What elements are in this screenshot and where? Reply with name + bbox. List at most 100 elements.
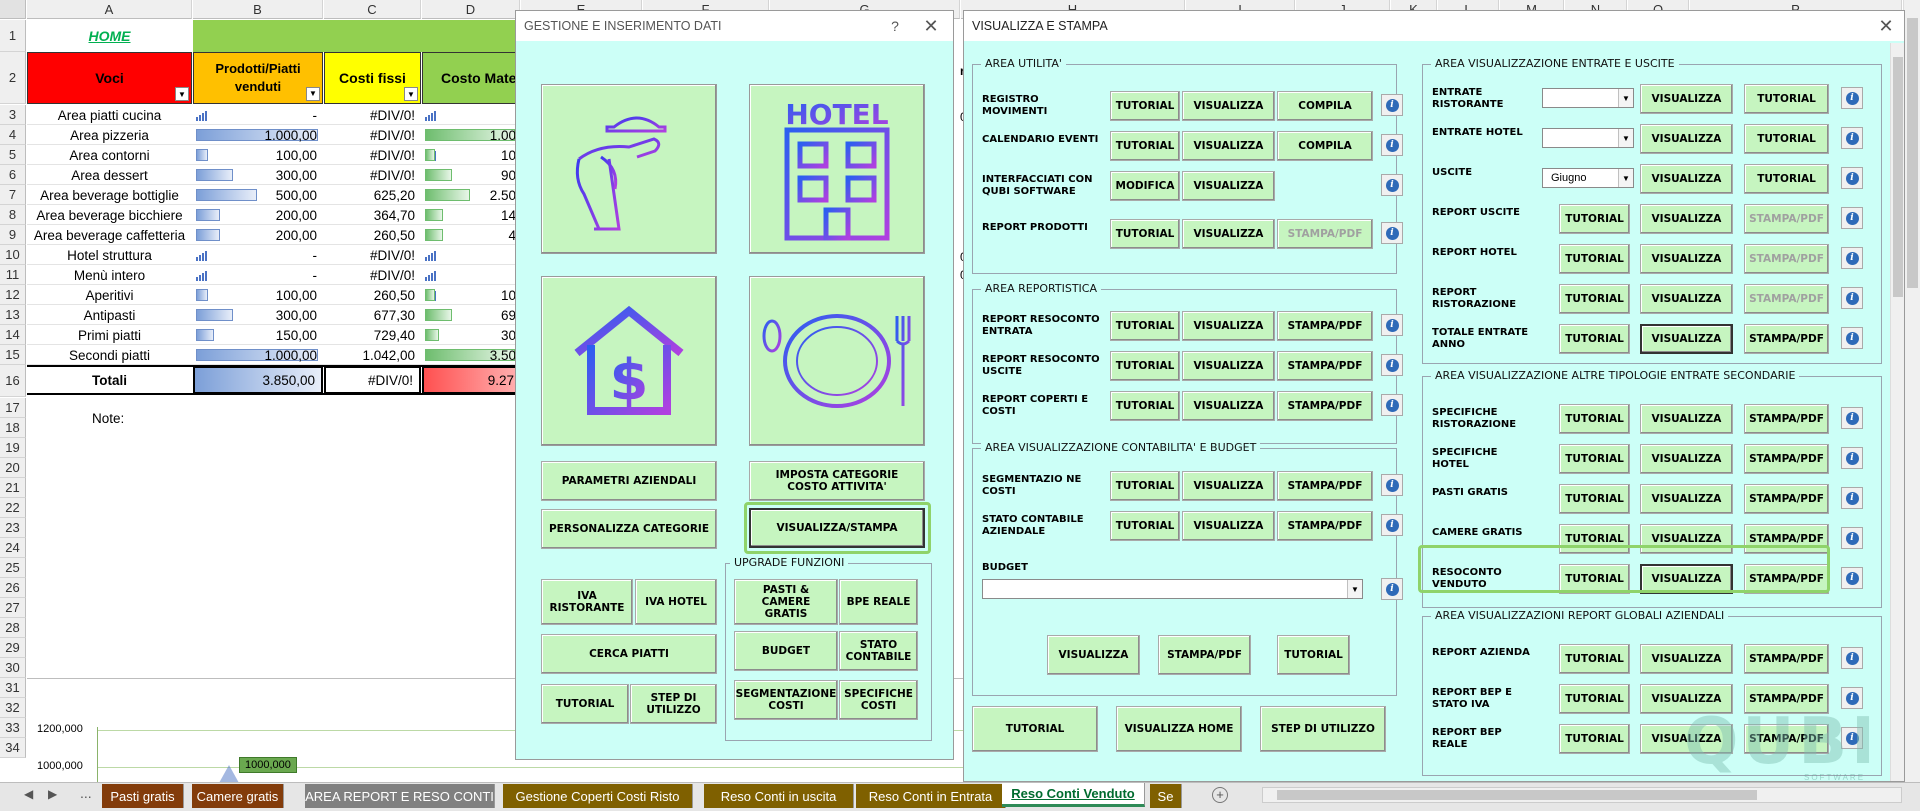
column-header[interactable]: C xyxy=(324,0,421,19)
parametri-aziendali-button[interactable]: PARAMETRI AZIENDALI xyxy=(541,461,717,501)
compila-button[interactable]: COMPILA xyxy=(1277,91,1373,121)
tutorial-button[interactable]: TUTORIAL xyxy=(541,684,629,724)
vertical-scrollbar[interactable] xyxy=(1903,0,1920,782)
row-header[interactable]: 3 xyxy=(0,105,26,125)
costo-materie-cell[interactable] xyxy=(422,245,520,265)
costo-materie-cell[interactable]: 30 xyxy=(422,325,520,345)
column-header[interactable]: B xyxy=(193,0,323,19)
row-header[interactable]: 9 xyxy=(0,225,26,245)
tutorial-button[interactable]: TUTORIAL xyxy=(1559,284,1630,314)
info-button[interactable]: i xyxy=(1381,134,1403,156)
visualizza-button[interactable]: VISUALIZZA xyxy=(1182,91,1275,121)
tab-scroll-right-icon[interactable]: ▶ xyxy=(48,787,57,801)
tutorial-button[interactable]: TUTORIAL xyxy=(1277,635,1350,675)
stampa-button[interactable]: STAMPA/PDF xyxy=(1277,471,1373,501)
costo-materie-cell[interactable]: 4 xyxy=(422,225,520,245)
step-di-utilizzo-button[interactable]: STEP DI UTILIZZO xyxy=(1260,706,1386,752)
row-header[interactable]: 23 xyxy=(0,518,26,538)
stampa-pdf-button[interactable]: STAMPA/PDF xyxy=(1744,484,1829,514)
row-header[interactable]: 22 xyxy=(0,498,26,518)
costo-materie-cell[interactable]: 69 xyxy=(422,305,520,325)
row-header[interactable]: 34 xyxy=(0,738,26,758)
voce-cell[interactable]: Area piatti cucina xyxy=(27,105,192,125)
row-header[interactable]: 32 xyxy=(0,698,26,718)
segmentazione-costi-button[interactable]: SEGMENTAZIONE COSTI xyxy=(734,680,838,720)
visualizza-button[interactable]: VISUALIZZA xyxy=(1182,131,1275,161)
prodotti-cell[interactable]: - xyxy=(193,105,323,125)
row-header[interactable]: 25 xyxy=(0,558,26,578)
visualizza-button[interactable]: VISUALIZZA xyxy=(1182,511,1275,541)
visualizza-home-button[interactable]: VISUALIZZA HOME xyxy=(1116,706,1242,752)
voce-cell[interactable]: Area dessert xyxy=(27,165,192,185)
voce-cell[interactable]: Area beverage bicchiere xyxy=(27,205,192,225)
row-header[interactable]: 26 xyxy=(0,578,26,598)
stampa-button[interactable]: STAMPA/PDF xyxy=(1277,511,1373,541)
add-sheet-button[interactable]: + xyxy=(1212,787,1228,803)
column-header[interactable]: D xyxy=(422,0,520,19)
hotel-icon-button[interactable]: HOTEL xyxy=(749,84,925,254)
prodotti-cell[interactable]: 200,00 xyxy=(193,205,323,225)
info-button[interactable]: i xyxy=(1841,567,1863,589)
visualizza-button[interactable]: VISUALIZZA xyxy=(1182,219,1275,249)
visualizza-button[interactable]: VISUALIZZA xyxy=(1640,644,1733,674)
row-header[interactable]: 10 xyxy=(0,245,26,265)
stampa-button[interactable]: STAMPA/PDF xyxy=(1277,351,1373,381)
tutorial-button[interactable]: TUTORIAL xyxy=(1559,204,1630,234)
totals-label[interactable]: Totali xyxy=(27,365,192,395)
costo-materie-cell[interactable]: 1.00 xyxy=(422,125,520,145)
costi-fissi-cell[interactable]: 625,20 xyxy=(324,185,421,205)
info-button[interactable]: i xyxy=(1381,314,1403,336)
month-select[interactable]: ▼ xyxy=(1542,88,1634,108)
row-header[interactable]: 20 xyxy=(0,458,26,478)
chevron-down-icon[interactable]: ▼ xyxy=(1618,129,1633,147)
select-all-corner[interactable] xyxy=(0,0,26,19)
info-button[interactable]: i xyxy=(1381,354,1403,376)
costi-fissi-cell[interactable]: #DIV/0! xyxy=(324,145,421,165)
info-button[interactable]: i xyxy=(1381,394,1403,416)
visualizza-stampa-button[interactable]: VISUALIZZA/STAMPA xyxy=(749,508,925,548)
plate-cutlery-icon-button[interactable] xyxy=(749,276,925,446)
header-costi-fissi[interactable]: Costi fissi ▼ xyxy=(324,52,421,104)
costo-materie-cell[interactable] xyxy=(422,265,520,285)
info-button[interactable]: i xyxy=(1381,94,1403,116)
tutorial-button[interactable]: TUTORIAL xyxy=(1559,324,1630,354)
close-icon[interactable]: ✕ xyxy=(1876,16,1896,36)
chevron-down-icon[interactable]: ▼ xyxy=(1618,89,1633,107)
prodotti-cell[interactable]: - xyxy=(193,265,323,285)
stampa-button[interactable]: STAMPA/PDF xyxy=(1277,391,1373,421)
info-button[interactable]: i xyxy=(1841,487,1863,509)
stampa-pdf-button[interactable]: STAMPA/PDF xyxy=(1744,244,1829,274)
voce-cell[interactable]: Antipasti xyxy=(27,305,192,325)
visualizza-button[interactable]: VISUALIZZA xyxy=(1182,171,1275,201)
info-button[interactable]: i xyxy=(1841,447,1863,469)
info-button[interactable]: i xyxy=(1841,207,1863,229)
visualizza-button[interactable]: VISUALIZZA xyxy=(1640,164,1733,194)
info-button[interactable]: i xyxy=(1381,474,1403,496)
prodotti-cell[interactable]: 1.000,00 xyxy=(193,125,323,145)
row-header[interactable]: 8 xyxy=(0,205,26,225)
modifica-button[interactable]: MODIFICA xyxy=(1110,171,1180,201)
step-di-utilizzo-button[interactable]: STEP DI UTILIZZO xyxy=(630,684,717,724)
row-header[interactable]: 33 xyxy=(0,718,26,738)
visualizza-button[interactable]: VISUALIZZA xyxy=(1640,244,1733,274)
sheet-tab[interactable]: AREA REPORT E RESO CONTI xyxy=(305,784,495,808)
sheet-tab[interactable]: Reso Conti in Entrata xyxy=(856,784,1006,808)
prodotti-cell[interactable]: 300,00 xyxy=(193,165,323,185)
row-header[interactable]: 24 xyxy=(0,538,26,558)
tutorial-button[interactable]: TUTORIAL xyxy=(1110,131,1180,161)
costi-fissi-cell[interactable]: 1.042,00 xyxy=(324,345,421,365)
tutorial-button[interactable]: TUTORIAL xyxy=(1744,124,1829,154)
scroll-thumb[interactable] xyxy=(1893,57,1903,297)
stampa-button[interactable]: STAMPA/PDF xyxy=(1277,219,1373,249)
costi-fissi-cell[interactable]: #DIV/0! xyxy=(324,265,421,285)
row-header[interactable]: 4 xyxy=(0,125,26,145)
costi-fissi-cell[interactable]: #DIV/0! xyxy=(324,245,421,265)
voce-cell[interactable]: Area beverage caffetteria xyxy=(27,225,192,245)
header-prodotti[interactable]: Prodotti/Piatti venduti ▼ xyxy=(193,52,323,104)
stampa-pdf-button[interactable]: STAMPA/PDF xyxy=(1158,635,1251,675)
prodotti-cell[interactable]: 300,00 xyxy=(193,305,323,325)
visualizza-button[interactable]: VISUALIZZA xyxy=(1640,444,1733,474)
header-costo-materie[interactable]: Costo Mater xyxy=(422,52,520,104)
prodotti-cell[interactable]: 100,00 xyxy=(193,285,323,305)
visualizza-button[interactable]: VISUALIZZA xyxy=(1640,404,1733,434)
